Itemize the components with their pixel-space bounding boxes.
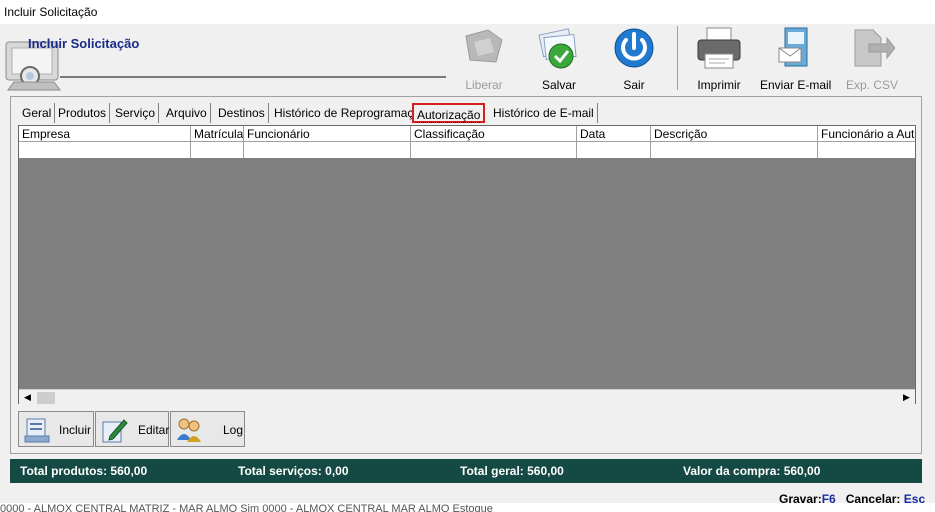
col-classificacao[interactable]: Classificação (410, 126, 576, 142)
tab-geral[interactable]: Geral (19, 103, 56, 123)
export-csv-icon (854, 29, 896, 67)
total-produtos: Total produtos: 560,00 (20, 464, 148, 478)
tab-autorizacao[interactable]: Autorização (412, 103, 486, 123)
col-data[interactable]: Data (576, 126, 650, 142)
col-matricula[interactable]: Matrícula (190, 126, 243, 142)
background-window-text: 0000 - ALMOX CENTRAL MATRIZ - MAR ALMO S… (0, 503, 935, 512)
total-servicos: Total serviços: 0,00 (238, 464, 349, 478)
enviar-email-button[interactable]: Enviar E-mail (760, 26, 831, 92)
cell-divider (410, 142, 411, 158)
incluir-button[interactable]: Incluir (18, 411, 94, 447)
tab-historico-email[interactable]: Histórico de E-mail (490, 103, 598, 123)
exp-csv-button[interactable]: Exp. CSV (846, 26, 898, 92)
horizontal-scrollbar[interactable]: ◀ ▶ (19, 389, 915, 406)
salvar-button[interactable]: Salvar (534, 26, 584, 92)
cell-divider (243, 142, 244, 158)
cell-divider (576, 142, 577, 158)
header-divider (60, 76, 446, 78)
form-header: Incluir Solicitação Liberar Salvar Sair … (0, 24, 935, 96)
main-window: Incluir Solicitação Incluir Solicitação … (0, 0, 935, 512)
total-geral: Total geral: 560,00 (460, 464, 564, 478)
editar-button[interactable]: Editar (95, 411, 169, 447)
cell-divider (190, 142, 191, 158)
tab-historico-reprogramacao[interactable]: Histórico de Reprogramação (271, 103, 431, 123)
tab-servico[interactable]: Serviço (112, 103, 160, 123)
sair-button[interactable]: Sair (610, 26, 658, 92)
totals-bar: Total produtos: 560,00 Total serviços: 0… (10, 459, 922, 483)
window-titlebar: Incluir Solicitação (0, 0, 935, 24)
toolbar-separator (677, 26, 678, 90)
liberar-button[interactable]: Liberar (460, 26, 508, 92)
email-icon (778, 27, 808, 67)
log-button[interactable]: Log (170, 411, 245, 447)
scroll-thumb[interactable] (37, 392, 55, 404)
table-row[interactable] (19, 142, 915, 158)
scroll-track[interactable] (36, 390, 898, 406)
col-empresa[interactable]: Empresa (19, 126, 190, 142)
edit-icon (102, 419, 128, 443)
autorizacao-grid[interactable]: Empresa Matrícula Funcionário Classifica… (18, 125, 916, 406)
header-title: Incluir Solicitação (28, 36, 140, 51)
col-descricao[interactable]: Descrição (650, 126, 817, 142)
cell-divider (817, 142, 818, 158)
window-title: Incluir Solicitação (4, 5, 98, 19)
save-check-icon (538, 28, 577, 69)
cell-divider (650, 142, 651, 158)
liberar-icon (465, 29, 503, 63)
valor-compra: Valor da compra: 560,00 (683, 464, 821, 478)
tab-produtos[interactable]: Produtos (55, 103, 111, 123)
tab-panel: Geral Produtos Serviço Arquivo Destinos … (10, 96, 922, 454)
printer-icon (697, 27, 741, 69)
scroll-right-icon[interactable]: ▶ (898, 390, 915, 406)
tab-arquivo[interactable]: Arquivo (163, 103, 211, 123)
imprimir-button[interactable]: Imprimir (694, 26, 744, 92)
power-icon (614, 28, 654, 68)
col-funcionario-autoriz[interactable]: Funcionário a Autoriz (817, 126, 915, 142)
scroll-left-icon[interactable]: ◀ (19, 390, 36, 406)
col-funcionario[interactable]: Funcionário (243, 126, 410, 142)
tab-destinos[interactable]: Destinos (215, 103, 269, 123)
users-log-icon (177, 418, 201, 442)
add-document-icon (24, 418, 50, 443)
grid-header: Empresa Matrícula Funcionário Classifica… (19, 126, 915, 142)
